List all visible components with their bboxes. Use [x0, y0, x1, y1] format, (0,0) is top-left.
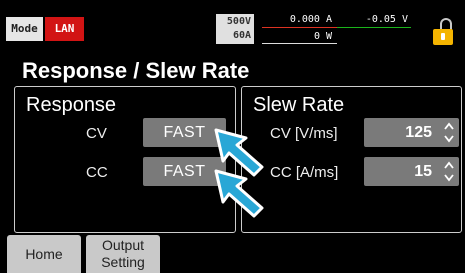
- slew-cv-value: 125: [405, 124, 432, 141]
- status-bar: Mode LAN 500V 60A 0.000 A -0.05 V 0 W: [0, 0, 465, 52]
- slew-rate-panel: Slew Rate CV [V/ms] 125 CC [A/ms] 15: [241, 86, 462, 233]
- padlock-unlocked-icon[interactable]: [430, 18, 462, 48]
- output-setting-softkey[interactable]: Output Setting: [86, 235, 160, 273]
- pointer-arrow-icon: [214, 169, 264, 218]
- page-title: Response / Slew Rate: [22, 58, 250, 83]
- voltage-rule: [337, 27, 411, 28]
- slew-rate-panel-title: Slew Rate: [253, 94, 345, 116]
- output-setting-label: Output Setting: [101, 237, 145, 270]
- voltage-reading: -0.05 V: [365, 14, 408, 25]
- keyhole: [441, 33, 445, 40]
- limit-box: 500V 60A: [216, 14, 254, 44]
- response-cv-label: CV: [86, 125, 107, 142]
- current-reading: 0.000 A: [289, 14, 332, 25]
- up-down-chevron-icon[interactable]: [444, 161, 454, 182]
- current-limit: 60A: [232, 30, 251, 41]
- lan-badge: LAN: [45, 17, 84, 41]
- slew-cv-stepper[interactable]: 125: [364, 118, 459, 147]
- power-rule: [262, 43, 337, 44]
- up-down-chevron-icon[interactable]: [444, 122, 454, 143]
- slew-cc-value: 15: [414, 163, 432, 180]
- slew-cv-label: CV [V/ms]: [270, 125, 338, 142]
- response-panel-title: Response: [26, 94, 117, 116]
- power-reading: 0 W: [313, 31, 332, 42]
- response-panel: Response CV FAST CC FAST: [14, 86, 236, 233]
- response-cc-label: CC: [86, 164, 108, 181]
- slew-cc-label: CC [A/ms]: [270, 164, 339, 181]
- current-rule: [262, 27, 337, 28]
- slew-cc-stepper[interactable]: 15: [364, 157, 459, 186]
- voltage-limit: 500V: [226, 16, 251, 27]
- home-softkey[interactable]: Home: [7, 235, 81, 273]
- mode-badge[interactable]: Mode: [6, 17, 43, 41]
